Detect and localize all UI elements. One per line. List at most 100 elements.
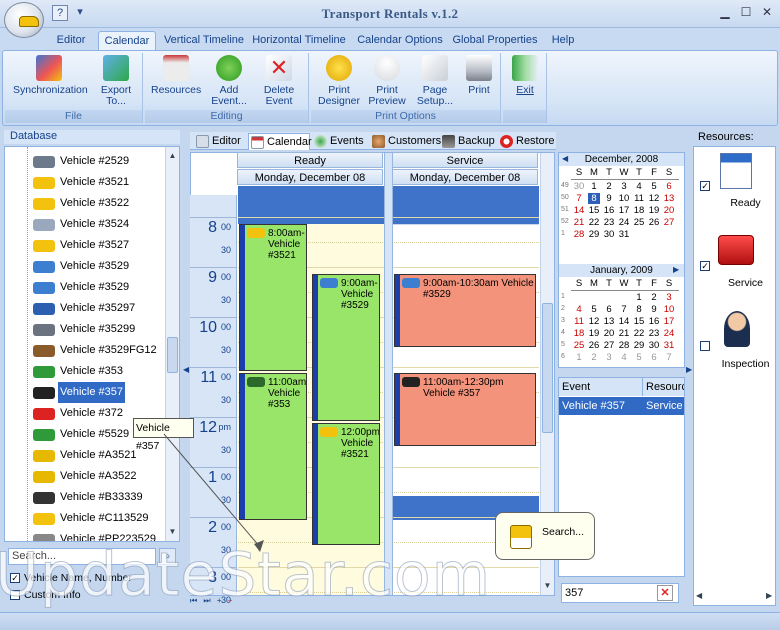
day-cell[interactable]: 31 — [618, 229, 630, 240]
day-cell[interactable]: 17 — [618, 205, 630, 216]
vehicle-item[interactable]: Vehicle #B33339 — [5, 487, 165, 508]
ready-checkbox[interactable]: ✓ — [700, 181, 710, 191]
appointment-12pm-3521[interactable]: 12:00pm Vehicle #3521 — [312, 423, 380, 545]
day-cell[interactable]: 26 — [648, 217, 660, 228]
vehicle-item[interactable]: Vehicle #C113529 — [5, 508, 165, 529]
day-cell[interactable]: 15 — [633, 316, 645, 327]
resource-column-header[interactable]: Resource — [643, 378, 684, 396]
day-cell[interactable]: 8 — [633, 304, 645, 315]
day-cell[interactable]: 11 — [633, 193, 645, 204]
day-cell[interactable]: 1 — [633, 292, 645, 303]
service-checkbox[interactable]: ✓ — [700, 261, 710, 271]
day-cell[interactable]: 19 — [648, 205, 660, 216]
vehicle-item[interactable]: Vehicle #357 — [5, 382, 165, 403]
vehicle-item[interactable]: Vehicle #35299 — [5, 319, 165, 340]
day-cell[interactable]: 17 — [663, 316, 675, 327]
day-cell[interactable]: 20 — [603, 328, 615, 339]
scroll-up-icon[interactable]: ▲ — [167, 151, 178, 163]
day-cell[interactable]: 21 — [573, 217, 585, 228]
day-cell[interactable]: 13 — [603, 316, 615, 327]
vehicle-item[interactable]: Vehicle #3529FG12 — [5, 340, 165, 361]
day-cell[interactable]: 2 — [588, 352, 600, 363]
day-cell[interactable]: 30 — [573, 181, 585, 192]
appointment-9am-3529[interactable]: 9:00am- Vehicle #3529 — [312, 274, 380, 421]
day-cell[interactable]: 3 — [663, 292, 675, 303]
exit-button[interactable]: Exit — [507, 55, 543, 96]
tab-calendar[interactable]: Calendar — [98, 31, 156, 50]
vehicle-item[interactable]: Vehicle #3522 — [5, 193, 165, 214]
maximize-icon[interactable]: ☐ — [739, 5, 753, 19]
day-cell[interactable]: 7 — [663, 352, 675, 363]
day-cell[interactable]: 12 — [588, 316, 600, 327]
day-cell[interactable]: 25 — [633, 217, 645, 228]
day-cell[interactable]: 4 — [618, 352, 630, 363]
vehicle-item[interactable]: Vehicle #3529 — [5, 256, 165, 277]
resources-button[interactable]: Resources — [151, 55, 201, 96]
day-cell[interactable]: 7 — [573, 193, 585, 204]
day-cell[interactable]: 20 — [663, 205, 675, 216]
day-cell[interactable]: 7 — [618, 304, 630, 315]
appointment-service-11am-357[interactable]: 11:00am-12:30pm Vehicle #357 — [394, 373, 536, 446]
day-cell[interactable]: 2 — [648, 292, 660, 303]
scheduler-scroll-thumb[interactable] — [542, 303, 553, 433]
day-cell[interactable]: 29 — [588, 229, 600, 240]
day-cell[interactable]: 31 — [663, 340, 675, 351]
tab-editor[interactable]: Editor — [48, 31, 94, 50]
day-cell[interactable]: 10 — [663, 304, 675, 315]
event-cell[interactable]: Vehicle #357 — [559, 397, 643, 415]
day-cell[interactable]: 13 — [663, 193, 675, 204]
day-cell[interactable]: 5 — [648, 181, 660, 192]
day-cell[interactable]: 24 — [618, 217, 630, 228]
prev-month-icon[interactable]: ◀ — [562, 154, 568, 163]
appointment-8am-3521[interactable]: 8:00am- Vehicle #3521 — [239, 224, 307, 371]
day-cell[interactable]: 6 — [603, 304, 615, 315]
app-menu-button[interactable] — [4, 2, 44, 38]
vehicle-item[interactable]: Vehicle #2529 — [5, 151, 165, 172]
day-cell[interactable]: 3 — [618, 181, 630, 192]
day-cell[interactable]: 6 — [663, 181, 675, 192]
day-cell[interactable]: 3 — [603, 352, 615, 363]
subtab-customers[interactable]: Customers — [370, 133, 441, 150]
day-cell[interactable]: 25 — [573, 340, 585, 351]
add-event-button[interactable]: Add Event... — [207, 55, 251, 107]
tab-horizontal-timeline[interactable]: Horizontal Timeline — [252, 31, 346, 50]
day-cell[interactable]: 6 — [648, 352, 660, 363]
day-cell[interactable]: 16 — [603, 205, 615, 216]
subtab-events[interactable]: Events — [312, 133, 370, 150]
day-cell[interactable]: 22 — [588, 217, 600, 228]
day-cell[interactable]: 16 — [648, 316, 660, 327]
day-cell[interactable]: 5 — [588, 304, 600, 315]
tab-global-properties[interactable]: Global Properties — [452, 31, 538, 50]
day-cell[interactable]: 10 — [618, 193, 630, 204]
day-cell[interactable]: 26 — [588, 340, 600, 351]
delete-event-button[interactable]: ✕ Delete Event — [257, 55, 301, 107]
tab-calendar-options[interactable]: Calendar Options — [356, 31, 444, 50]
day-cell[interactable]: 1 — [588, 181, 600, 192]
day-cell[interactable]: 28 — [573, 229, 585, 240]
minimize-icon[interactable]: ▁ — [718, 5, 732, 19]
collapse-left-icon[interactable]: ◀ — [183, 365, 189, 374]
day-cell[interactable]: 22 — [633, 328, 645, 339]
day-cell[interactable]: 9 — [648, 304, 660, 315]
day-cell[interactable]: 5 — [633, 352, 645, 363]
subtab-backup[interactable]: Backup — [440, 133, 496, 150]
day-cell[interactable]: 28 — [618, 340, 630, 351]
day-cell[interactable]: 23 — [603, 217, 615, 228]
day-cell[interactable]: 23 — [648, 328, 660, 339]
appointment-service-9am-3529[interactable]: 9:00am-10:30am Vehicle #3529 — [394, 274, 536, 347]
resource-cell[interactable]: Service — [643, 397, 684, 415]
day-cell[interactable]: 11 — [573, 316, 585, 327]
page-setup-button[interactable]: Page Setup... — [413, 55, 457, 107]
day-cell[interactable]: 27 — [663, 217, 675, 228]
collapse-right-icon[interactable]: ▶ — [686, 365, 692, 374]
day-cell[interactable]: 19 — [588, 328, 600, 339]
print-button[interactable]: Print — [459, 55, 499, 96]
vehicle-item[interactable]: Vehicle #35297 — [5, 298, 165, 319]
day-cell[interactable]: 8 — [588, 193, 600, 204]
day-cell[interactable]: 2 — [603, 181, 615, 192]
day-cell[interactable]: 18 — [633, 205, 645, 216]
ready-allday-area[interactable] — [238, 186, 384, 224]
day-cell[interactable]: 4 — [633, 181, 645, 192]
scroll-thumb[interactable] — [167, 337, 178, 373]
day-cell[interactable]: 24 — [663, 328, 675, 339]
